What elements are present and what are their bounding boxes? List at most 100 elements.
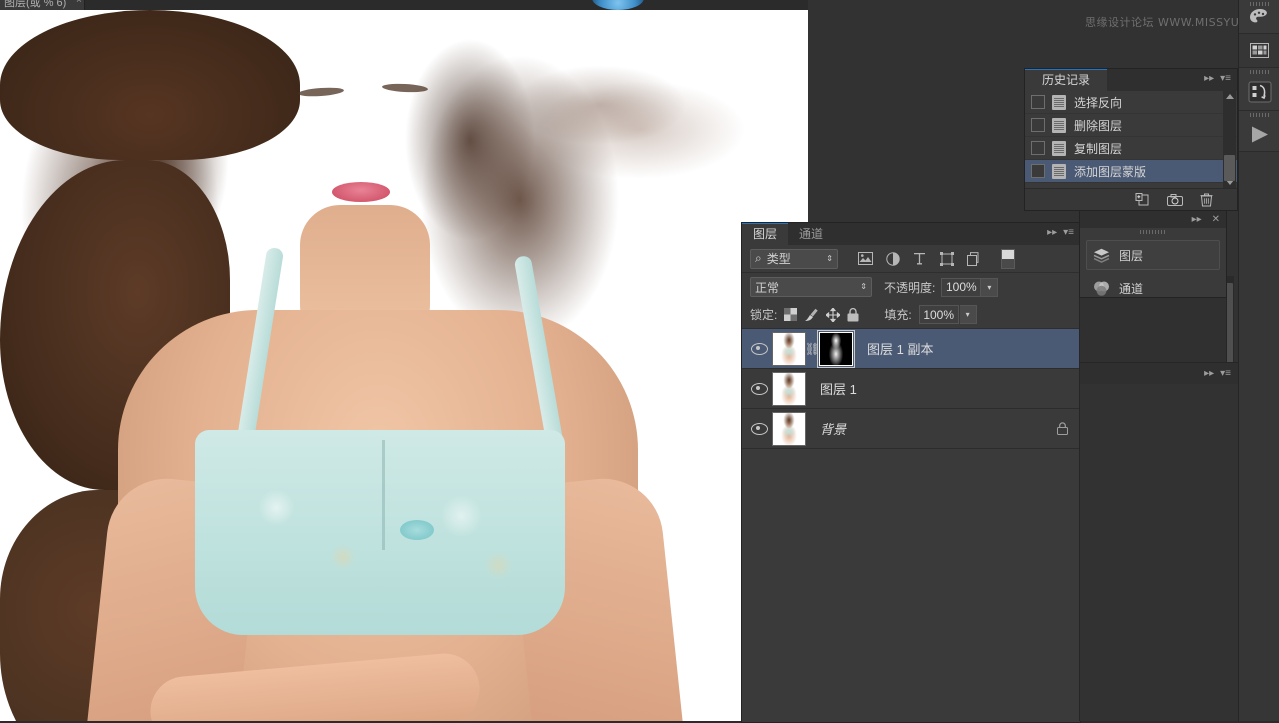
blue-circle-graphic [592,0,644,10]
close-icon[interactable]: ✕ [1212,214,1220,225]
tab-channels-label: 通道 [799,227,824,241]
document-tab-strip: 图层(或 % 6) × [0,0,808,10]
expand-icon[interactable]: ▸▸ [1047,227,1057,238]
history-state-icon [1052,117,1066,133]
layer-visibility-toggle[interactable] [746,382,772,395]
actions-play-icon [1249,125,1271,144]
dock-flyout-item-label: 图层 [1119,248,1144,263]
layers-panel: 图层 通道 ▸▸ ▾≡ ⌕ 类型 ⇕ 正常 ⇕ 不透明度: 100% ▾ 锁定:… [741,222,1081,723]
hair-top [0,10,300,160]
pixel-filter-icon[interactable] [856,250,875,267]
history-item-label: 复制图层 [1074,141,1123,156]
filter-enable-toggle[interactable] [1001,248,1015,269]
panel-menu-icon[interactable]: ▾≡ [1220,368,1231,379]
history-snapshot-checkbox[interactable] [1031,141,1045,155]
lock-image-pixels-icon[interactable] [804,308,819,322]
bra-garment [195,430,565,635]
adjustment-filter-icon[interactable] [883,250,902,267]
panel-menu-icon[interactable]: ▾≡ [1063,227,1074,238]
layer-thumbnail[interactable] [772,331,806,366]
tab-history[interactable]: 历史记录 [1025,69,1107,91]
smart-object-filter-icon[interactable] [964,250,983,267]
history-item[interactable]: 复制图层 [1025,137,1237,160]
table-row[interactable]: ⛓ 图层 1 副本 [742,329,1080,369]
lock-position-icon[interactable] [826,307,841,322]
layer-visibility-toggle[interactable] [746,422,772,435]
chevron-updown-icon: ⇕ [860,282,867,291]
table-row[interactable]: 图层 1 [742,369,1080,409]
tab-layers-label: 图层 [753,227,778,241]
right-icon-dock [1238,0,1279,721]
drag-grip[interactable] [1250,2,1269,6]
type-filter-icon[interactable] [910,250,929,267]
close-icon[interactable]: × [76,0,82,6]
expand-icon[interactable]: ▸▸ [1192,214,1202,225]
history-snapshot-checkbox[interactable] [1031,164,1045,178]
dock-flyout-item-label: 通道 [1119,281,1144,296]
expand-icon[interactable]: ▸▸ [1204,73,1214,84]
layer-name: 图层 1 副本 [867,342,934,357]
layer-name: 图层 1 [820,382,857,397]
layers-panel-tabs: 图层 通道 ▸▸ ▾≡ [742,223,1080,245]
dock-button-color[interactable] [1239,0,1279,34]
dock-button-history[interactable] [1239,68,1279,111]
layer-thumbnail[interactable] [772,371,806,406]
dock-button-actions[interactable] [1239,111,1279,152]
delete-state-icon[interactable] [1200,193,1213,207]
mask-link-icon[interactable]: ⛓ [805,342,820,356]
expand-icon[interactable]: ▸▸ [1204,368,1214,379]
fill-dropdown-icon[interactable]: ▾ [959,305,977,324]
new-snapshot-icon[interactable] [1167,193,1183,206]
history-snapshot-checkbox[interactable] [1031,95,1045,109]
filter-kind-label: 类型 [766,252,791,266]
lock-transparent-pixels-icon[interactable] [784,308,798,321]
history-item-selected[interactable]: 添加图层蒙版 [1025,160,1237,183]
opacity-value[interactable]: 100% [941,277,982,297]
layers-list: ⛓ 图层 1 副本 图层 1 背景 [742,329,1080,449]
history-state-icon [1052,94,1066,110]
scroll-up-icon[interactable] [1226,94,1234,99]
history-list: 选择反向 删除图层 复制图层 添加图层蒙版 [1025,91,1237,183]
new-document-from-state-icon[interactable] [1135,193,1150,206]
filter-kind-select[interactable]: ⌕ 类型 ⇕ [750,248,838,269]
tab-layers[interactable]: 图层 [742,223,789,245]
color-palette-icon [1249,8,1271,25]
history-scrollbar[interactable] [1223,91,1236,188]
dock-flyout-item-channels[interactable]: 通道 [1086,273,1220,303]
document-canvas[interactable] [0,10,808,721]
history-item[interactable]: 删除图层 [1025,114,1237,137]
opacity-dropdown-icon[interactable]: ▾ [981,277,999,297]
history-item[interactable]: 选择反向 [1025,91,1237,114]
history-item-label: 删除图层 [1074,118,1123,133]
panel-menu-icon[interactable]: ▾≡ [1220,73,1231,84]
layers-stack-icon [1093,248,1110,263]
eye-icon [750,382,768,395]
layer-thumbnail[interactable] [772,411,806,446]
fill-value[interactable]: 100% [918,305,959,324]
drag-grip[interactable] [1250,70,1269,74]
lock-row: 锁定: 填充: 100% ▾ [742,301,1080,329]
layer-visibility-toggle[interactable] [746,342,772,355]
history-state-icon [1052,140,1066,156]
collapsed-panel-body [1079,296,1227,366]
history-snapshot-checkbox[interactable] [1031,118,1045,132]
drag-grip[interactable] [1140,230,1166,234]
lips [332,182,390,202]
lock-icon [1057,422,1068,435]
drag-grip[interactable] [1250,113,1269,117]
shape-filter-icon[interactable] [937,250,956,267]
tab-channels[interactable]: 通道 [788,224,835,245]
right-panel-area [1079,384,1239,721]
layer-mask-thumbnail[interactable] [817,329,855,368]
document-tab[interactable]: 图层(或 % 6) [0,0,86,10]
dock-button-swatches[interactable] [1239,34,1279,68]
dock-flyout-item-layers[interactable]: 图层 [1086,240,1220,270]
lock-all-icon[interactable] [847,307,859,322]
history-footer [1025,188,1237,210]
fill-label: 填充: [884,308,912,322]
blend-mode-select[interactable]: 正常 ⇕ [750,277,872,297]
watermark-text: 思缘设计论坛 WWW.MISSYUAN.COM [1085,16,1279,29]
dock-flyout-header: ▸▸ ✕ [1080,211,1226,228]
table-row[interactable]: 背景 [742,409,1080,449]
scrollbar-thumb[interactable] [1224,155,1235,181]
